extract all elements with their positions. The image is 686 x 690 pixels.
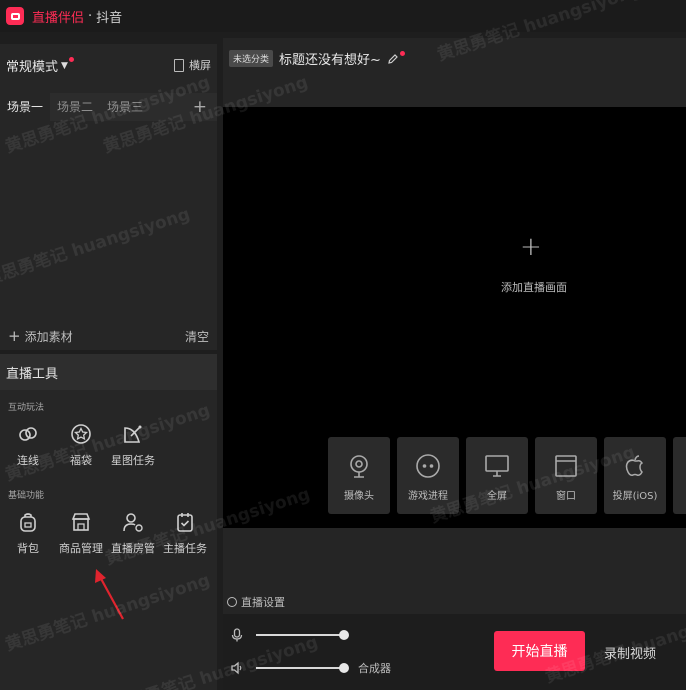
speaker-volume-slider[interactable] <box>256 663 349 673</box>
window-icon <box>555 455 577 477</box>
notification-dot <box>399 51 405 56</box>
source-label: 全屏 <box>487 491 507 502</box>
source-ios-cast-button[interactable]: 投屏(iOS) <box>604 437 666 514</box>
slider-knob[interactable] <box>339 630 349 640</box>
source-more-button[interactable] <box>673 437 686 514</box>
source-label: 游戏进程 <box>408 491 448 502</box>
speaker-volume-row: 合成器 <box>231 660 391 676</box>
category-badge[interactable]: 未选分类 <box>229 50 274 67</box>
source-fullscreen-button[interactable]: 全屏 <box>466 437 528 514</box>
live-settings-link[interactable]: 直播设置 <box>227 594 285 610</box>
microphone-icon[interactable] <box>231 628 243 642</box>
live-title[interactable]: 标题还没有想好~ <box>279 49 381 68</box>
mic-volume-slider[interactable] <box>256 630 349 640</box>
source-label: 摄像头 <box>344 491 374 502</box>
source-camera-button[interactable]: 摄像头 <box>328 437 390 514</box>
gamepad-icon <box>416 454 440 478</box>
monitor-icon <box>485 455 509 477</box>
speaker-icon[interactable] <box>231 661 243 675</box>
source-game-button[interactable]: 游戏进程 <box>397 437 459 514</box>
apple-icon <box>625 455 644 476</box>
add-scene-plus-icon[interactable]: + <box>520 234 542 260</box>
live-settings-label: 直播设置 <box>241 596 285 609</box>
slider-knob[interactable] <box>339 663 349 673</box>
source-label: 投屏(iOS) <box>612 491 658 502</box>
mixer-button[interactable]: 合成器 <box>358 660 391 676</box>
settings-icon <box>227 597 237 607</box>
camera-icon <box>350 455 368 478</box>
source-window-button[interactable]: 窗口 <box>535 437 597 514</box>
start-live-button[interactable]: 开始直播 <box>494 631 585 671</box>
add-live-scene-label[interactable]: 添加直播画面 <box>501 279 567 295</box>
main-panel: 未选分类 标题还没有想好~ <box>223 38 686 690</box>
mic-volume-row <box>231 628 349 642</box>
record-video-button[interactable]: 录制视频 <box>604 643 656 662</box>
source-label: 窗口 <box>556 491 576 502</box>
live-info-row: 未选分类 标题还没有想好~ <box>229 49 405 68</box>
edit-title-icon[interactable] <box>387 51 405 65</box>
